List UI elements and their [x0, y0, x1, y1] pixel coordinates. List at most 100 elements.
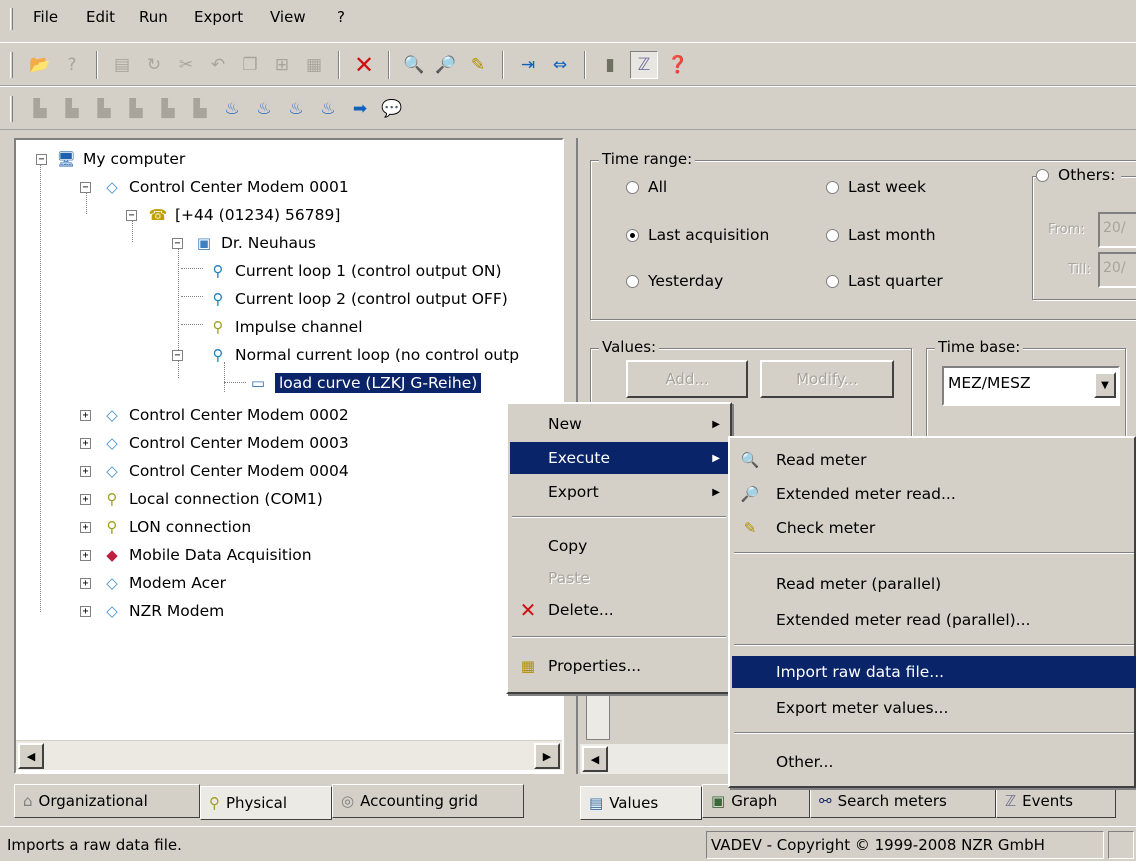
- menu-file[interactable]: File: [33, 8, 58, 26]
- tree-item-local-connection[interactable]: ⚲ Local connection (COM1): [100, 486, 323, 512]
- submenu-item-import-raw[interactable]: Import raw data file...: [732, 656, 1136, 688]
- read-meter-icon[interactable]: 🔍: [400, 51, 428, 79]
- menu-edit[interactable]: Edit: [86, 8, 115, 26]
- menu-export[interactable]: Export: [194, 8, 243, 26]
- tree-icon[interactable]: ⊞: [268, 51, 296, 79]
- tree-item-lon-connection[interactable]: ⚲ LON connection: [100, 514, 252, 540]
- radio-last-week[interactable]: Last week: [826, 178, 926, 196]
- tree-item-current-loop-1[interactable]: ⚲ Current loop 1 (control output ON): [206, 258, 502, 284]
- tree-item-phone[interactable]: ☎ [+44 (01234) 56789]: [146, 202, 341, 228]
- expand-lon-connection[interactable]: +: [80, 522, 91, 533]
- events-icon[interactable]: ℤ: [630, 51, 658, 79]
- menu-help[interactable]: ?: [337, 8, 345, 26]
- radio-all[interactable]: All: [626, 178, 667, 196]
- transfer-icon[interactable]: ➡: [346, 95, 374, 123]
- chevron-down-icon[interactable]: ▼: [1094, 372, 1116, 398]
- refresh-icon[interactable]: ↻: [140, 51, 168, 79]
- collapse-modem-0001[interactable]: −: [80, 182, 91, 193]
- tree-horizontal-scrollbar[interactable]: ◀ ▶: [16, 740, 562, 770]
- expand-nzr-modem[interactable]: +: [80, 606, 91, 617]
- submenu-item-read-parallel[interactable]: Read meter (parallel): [732, 568, 1136, 600]
- tree-item-modem-0001[interactable]: ◇ Control Center Modem 0001: [100, 174, 349, 200]
- collapse-icon[interactable]: ⇔: [546, 51, 574, 79]
- submenu-item-check-meter[interactable]: ✎ Check meter: [732, 512, 1136, 544]
- radio-last-acquisition[interactable]: Last acquisition: [626, 226, 769, 244]
- meter-6-icon[interactable]: ▙: [186, 95, 214, 123]
- tab-search-meters[interactable]: ⚯ Search meters: [810, 784, 996, 818]
- menu-item-paste[interactable]: Paste: [510, 562, 728, 594]
- collapse-my-computer[interactable]: −: [36, 154, 47, 165]
- meter-7-icon[interactable]: ♨: [218, 95, 246, 123]
- tree-item-load-curve[interactable]: ▭ load curve (LZKJ G-Reihe): [246, 370, 483, 396]
- tree-item-mobile-data[interactable]: ◆ Mobile Data Acquisition: [100, 542, 311, 568]
- tab-accounting-grid[interactable]: ◎ Accounting grid: [332, 784, 524, 818]
- submenu-item-extended-read[interactable]: 🔎 Extended meter read...: [732, 478, 1136, 510]
- new-icon[interactable]: ▤: [108, 51, 136, 79]
- tab-values[interactable]: ▤ Values: [580, 786, 702, 820]
- menu-view[interactable]: View: [270, 8, 306, 26]
- properties-icon[interactable]: ▦: [300, 51, 328, 79]
- radio-others[interactable]: Others:: [1036, 166, 1122, 184]
- scroll-right-icon[interactable]: ▶: [534, 743, 560, 769]
- menu-item-new[interactable]: New ▶: [510, 408, 728, 440]
- time-base-select[interactable]: MEZ/MESZ ▼: [942, 366, 1120, 406]
- expand-modem-0004[interactable]: +: [80, 466, 91, 477]
- meter-4-icon[interactable]: ▙: [122, 95, 150, 123]
- collapse-normal-loop[interactable]: −: [172, 350, 183, 361]
- tree-item-customer[interactable]: ▣ Dr. Neuhaus: [192, 230, 316, 256]
- help-cursor-icon[interactable]: ?: [58, 51, 86, 79]
- battery-icon[interactable]: ▮: [596, 51, 624, 79]
- submenu-item-other[interactable]: Other...: [732, 746, 1136, 778]
- add-button[interactable]: Add...: [626, 360, 748, 398]
- tree-item-impulse-channel[interactable]: ⚲ Impulse channel: [206, 314, 363, 340]
- expand-local-connection[interactable]: +: [80, 494, 91, 505]
- copy-icon[interactable]: ❐: [236, 51, 264, 79]
- menu-run[interactable]: Run: [139, 8, 168, 26]
- extended-read-icon[interactable]: 🔎: [432, 51, 460, 79]
- scroll-left-icon[interactable]: ◀: [18, 743, 44, 769]
- submenu-item-export-values[interactable]: Export meter values...: [732, 692, 1136, 724]
- open-folder-icon[interactable]: 📂: [26, 51, 54, 79]
- collapse-customer[interactable]: −: [172, 238, 183, 249]
- meter-3-icon[interactable]: ▙: [90, 95, 118, 123]
- scroll-left-icon[interactable]: ◀: [582, 746, 608, 772]
- expand-modem-0002[interactable]: +: [80, 410, 91, 421]
- tree-item-modem-0002[interactable]: ◇ Control Center Modem 0002: [100, 402, 349, 428]
- meter-9-icon[interactable]: ♨: [282, 95, 310, 123]
- comment-icon[interactable]: 💬: [378, 95, 406, 123]
- submenu-item-extended-parallel[interactable]: Extended meter read (parallel)...: [732, 604, 1136, 636]
- meter-8-icon[interactable]: ♨: [250, 95, 278, 123]
- tab-graph[interactable]: ▣ Graph: [702, 784, 810, 818]
- tree-item-current-loop-2[interactable]: ⚲ Current loop 2 (control output OFF): [206, 286, 508, 312]
- expand-mobile-data[interactable]: +: [80, 550, 91, 561]
- check-meter-icon[interactable]: ✎: [464, 51, 492, 79]
- radio-last-quarter[interactable]: Last quarter: [826, 272, 943, 290]
- expand-modem-0003[interactable]: +: [80, 438, 91, 449]
- tree-item-modem-0003[interactable]: ◇ Control Center Modem 0003: [100, 430, 349, 456]
- tree-item-modem-0004[interactable]: ◇ Control Center Modem 0004: [100, 458, 349, 484]
- tree-item-nzr-modem[interactable]: ◇ NZR Modem: [100, 598, 224, 624]
- undo-icon[interactable]: ↶: [204, 51, 232, 79]
- from-date-input[interactable]: 20/: [1098, 212, 1136, 248]
- collapse-phone[interactable]: −: [126, 210, 137, 221]
- tab-organizational[interactable]: ⌂ Organizational: [14, 784, 200, 818]
- menu-item-export[interactable]: Export ▶: [510, 476, 728, 508]
- meter-2-icon[interactable]: ▙: [58, 95, 86, 123]
- tree-item-modem-acer[interactable]: ◇ Modem Acer: [100, 570, 226, 596]
- expand-modem-acer[interactable]: +: [80, 578, 91, 589]
- cut-icon[interactable]: ✂: [172, 51, 200, 79]
- menu-item-execute[interactable]: Execute ▶: [510, 442, 728, 474]
- radio-yesterday[interactable]: Yesterday: [626, 272, 723, 290]
- meter-10-icon[interactable]: ♨: [314, 95, 342, 123]
- tree-item-my-computer[interactable]: 🖥 My computer: [54, 146, 185, 172]
- till-date-input[interactable]: 20/: [1098, 252, 1136, 288]
- submenu-item-read-meter[interactable]: 🔍 Read meter: [732, 444, 1136, 476]
- menu-item-delete[interactable]: ✕ Delete...: [510, 594, 728, 626]
- modify-button[interactable]: Modify...: [760, 360, 894, 398]
- delete-icon[interactable]: ✕: [350, 51, 378, 79]
- menu-item-properties[interactable]: ▦ Properties...: [510, 650, 728, 682]
- help-icon[interactable]: ❓: [664, 51, 692, 79]
- menu-item-copy[interactable]: Copy: [510, 530, 728, 562]
- meter-1-icon[interactable]: ▙: [26, 95, 54, 123]
- meter-5-icon[interactable]: ▙: [154, 95, 182, 123]
